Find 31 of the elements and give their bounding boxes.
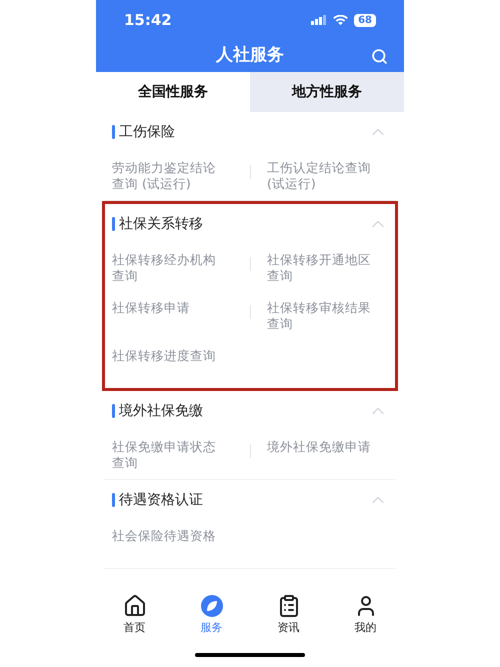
status-time: 15:42 <box>124 10 172 31</box>
signal-icon <box>311 15 328 25</box>
service-link[interactable]: 工伤认定结论查询 (试运行) <box>267 156 373 188</box>
service-link[interactable]: 社保转移审核结果查询 <box>267 296 373 328</box>
section-marker <box>112 493 115 507</box>
nav-tab[interactable]: 我的 <box>336 594 396 636</box>
service-link[interactable]: 劳动能力鉴定结论查询 (试运行) <box>112 156 218 188</box>
service-link[interactable]: 社保免缴申请状态查询 <box>112 435 218 467</box>
section-title: 境外社保免缴 <box>119 402 203 420</box>
leaf-icon <box>200 594 224 618</box>
section-title: 工伤保险 <box>119 122 175 142</box>
section-marker <box>112 404 115 418</box>
nav-tab[interactable]: 服务 <box>182 594 242 636</box>
service-link[interactable]: 社会保险待遇资格 <box>112 524 218 556</box>
tab[interactable]: 全国性服务 <box>96 72 250 112</box>
section-title: 社保关系转移 <box>119 214 203 234</box>
wifi-icon <box>333 14 348 26</box>
home-icon <box>122 594 146 618</box>
section-marker <box>112 125 115 139</box>
page-title: 人社服务 <box>216 44 284 68</box>
nav-tab[interactable]: 首页 <box>104 594 164 636</box>
service-link[interactable]: 社保转移进度查询 <box>112 344 218 376</box>
service-link[interactable]: 社保转移开通地区查询 <box>267 248 373 280</box>
battery-level: 68 <box>354 14 376 26</box>
search-icon[interactable] <box>371 48 388 64</box>
nav-tab[interactable]: 资讯 <box>258 594 318 636</box>
section-marker <box>112 217 115 231</box>
section-title: 待遇资格认证 <box>119 490 203 510</box>
service-link[interactable]: 社保转移经办机构查询 <box>112 248 218 280</box>
service-link[interactable]: 社保转移申请 <box>112 296 218 328</box>
service-link[interactable]: 境外社保免缴申请 <box>267 435 373 467</box>
